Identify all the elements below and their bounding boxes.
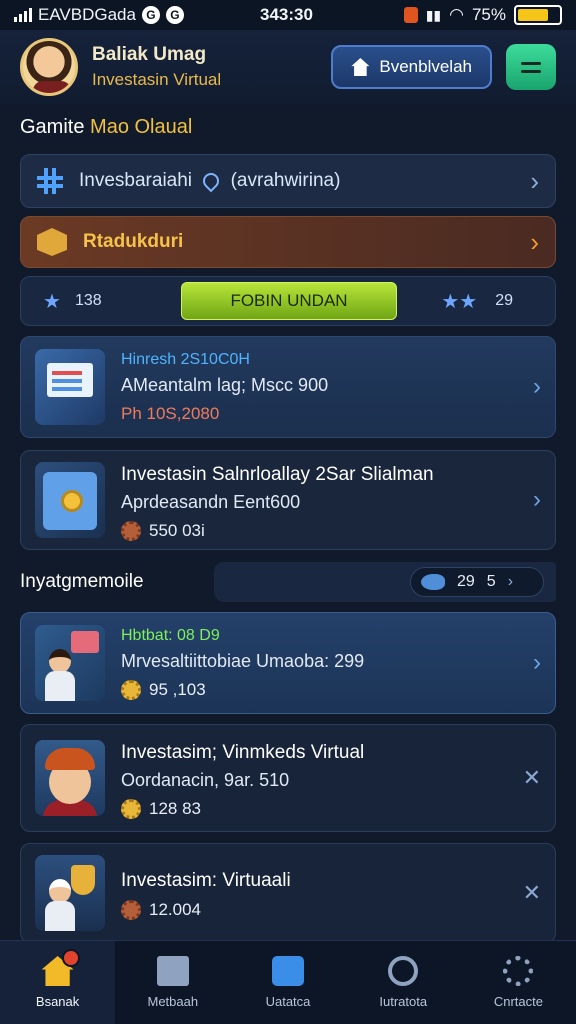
nav-label: Cnrtacte (493, 994, 543, 1009)
portfolio-card[interactable]: Hbtbat: 08 D9 Mrvesaltiittobiae Umaoba: … (20, 612, 556, 714)
section-title: Gamite Mao Olaual (20, 116, 192, 139)
bottom-nav: Bsanak Metbaah Uatatca Iutratota Cnrtact… (0, 940, 576, 1024)
card-price: Ph 10S,2080 (121, 403, 220, 423)
cellular-icon: ▮▮ (425, 6, 442, 23)
coin-icon (121, 798, 141, 819)
investment-card[interactable]: Hinresh 2S10C0H AMeantalm lag; Mscc 900 … (20, 336, 556, 438)
box-icon (37, 228, 67, 256)
tablet-thumbnail (35, 462, 105, 538)
nav-item-home[interactable]: Bsanak (0, 941, 116, 1024)
wifi-icon: ◠ (449, 5, 464, 24)
user-name: Baliak Umag (92, 44, 207, 65)
search-row-text: Invesbaraiahi (79, 170, 193, 191)
hash-icon (37, 168, 63, 194)
portfolio-count: 29 (457, 573, 475, 590)
coin-icon (121, 679, 141, 700)
document-icon (156, 956, 189, 986)
promo-row[interactable]: Rtadukduri › (20, 216, 556, 268)
star-icon: ★ (43, 290, 61, 313)
gear-icon (503, 956, 534, 986)
cta-button[interactable]: FOBIN UNDAN (181, 282, 397, 320)
app-header: Baliak Umag Investasin Virtual Bvenblvel… (0, 30, 576, 104)
menu-button[interactable] (506, 44, 556, 90)
investment-card[interactable]: Investasin Salnrloallay 2Sar Slialman Ap… (20, 450, 556, 550)
rocket-icon (388, 956, 419, 986)
card-title: Investasim: Virtuaali (121, 870, 291, 891)
app-g-icon: G (141, 6, 160, 24)
card-kicker: Hinresh 2S10C0H (121, 350, 250, 368)
location-pin-icon (199, 169, 223, 193)
notification-icon (403, 7, 418, 23)
portfolio-card[interactable]: Investasim: Virtuaali 12.004 ✕ (20, 843, 556, 943)
close-icon[interactable]: ✕ (523, 880, 541, 906)
section-title-prefix: Gamite (20, 116, 85, 138)
battery-icon (514, 5, 562, 25)
card-price: 550 03i (149, 520, 205, 540)
user-avatar[interactable] (20, 38, 78, 96)
portfolio-header: Inyatgmemoile 29 5 › (20, 562, 556, 602)
app-google-icon: G (165, 6, 184, 24)
section-title-accent: Mao Olaual (90, 116, 193, 138)
nav-item-settings[interactable]: Cnrtacte (461, 941, 576, 1024)
chevron-right-icon: › (533, 373, 541, 400)
chevron-right-icon: › (533, 649, 541, 676)
card-price: 12.004 (149, 900, 201, 919)
nav-label: Metbaah (147, 994, 199, 1009)
laptop-thumbnail (35, 349, 105, 425)
card-kicker: Hbtbat: 08 D9 (121, 626, 220, 644)
card-icon (272, 956, 304, 986)
search-row[interactable]: Invesbaraiahi (avrahwirina) › (20, 154, 556, 208)
card-subtitle: Mrvesaltiittobiae Umaoba: 299 (121, 650, 365, 671)
card-price: 95 ,103 (149, 679, 206, 699)
portfolio-count-secondary: 5 (486, 573, 496, 590)
notification-badge (62, 949, 80, 967)
fish-icon (421, 574, 445, 590)
home-icon (351, 58, 370, 76)
chevron-right-icon: › (533, 486, 541, 513)
stats-row: ★ 138 FOBIN UNDAN ★★ 29 (20, 276, 556, 326)
promo-row-label: Rtadukduri (83, 231, 184, 252)
nav-label: Uatatca (265, 994, 311, 1009)
card-title: AMeantalm lag; Mscc 900 (121, 374, 329, 395)
stat-left-value: 138 (74, 292, 102, 309)
double-star-icon: ★★ (441, 290, 478, 313)
coin-icon (121, 900, 141, 920)
stat-right-value: 29 (495, 292, 513, 309)
nav-label: Iutratota (379, 994, 428, 1009)
nav-item-documents[interactable]: Metbaah (115, 941, 230, 1024)
nav-item-rocket[interactable]: Iutratota (346, 941, 461, 1024)
status-time: 343:30 (260, 5, 313, 24)
battery-percent: 75% (471, 5, 506, 24)
card-price: 128 83 (149, 798, 201, 818)
close-icon[interactable]: ✕ (523, 765, 541, 791)
coin-icon (121, 520, 141, 541)
nav-label: Bsanak (35, 994, 80, 1009)
portfolio-filter[interactable]: 29 5 › (410, 567, 544, 597)
header-action-button[interactable]: Bvenblvelah (331, 45, 492, 89)
search-row-suffix: (avrahwirina) (230, 170, 341, 191)
carrier-label: EAVBDGada (38, 5, 136, 24)
header-action-label: Bvenblvelah (379, 57, 472, 76)
user-subtitle: Investasin Virtual (92, 70, 222, 89)
presenter-thumbnail (35, 625, 105, 701)
portfolio-title: Inyatgmemoile (20, 571, 144, 592)
signal-icon (14, 8, 32, 22)
search-row-label: Invesbaraiahi (avrahwirina) (79, 169, 530, 193)
chevron-right-icon: › (530, 165, 539, 196)
portfolio-card[interactable]: Investasim; Vinmkeds Virtual Oordanacin,… (20, 724, 556, 832)
card-title: Investasin Salnrloallay 2Sar Slialman (121, 463, 434, 485)
card-subtitle: Oordanacin, 9ar. 510 (121, 769, 290, 790)
card-subtitle: Aprdeasandn Eent600 (121, 491, 301, 512)
card-title: Investasim; Vinmkeds Virtual (121, 741, 365, 763)
chevron-right-icon: › (507, 573, 514, 590)
trophy-thumbnail (35, 855, 105, 931)
status-bar: EAVBDGada G G 343:30 ▮▮ ◠ 75% (0, 0, 576, 30)
chevron-right-icon: › (530, 226, 539, 257)
nav-item-cards[interactable]: Uatatca (230, 941, 345, 1024)
worker-thumbnail (35, 740, 105, 816)
